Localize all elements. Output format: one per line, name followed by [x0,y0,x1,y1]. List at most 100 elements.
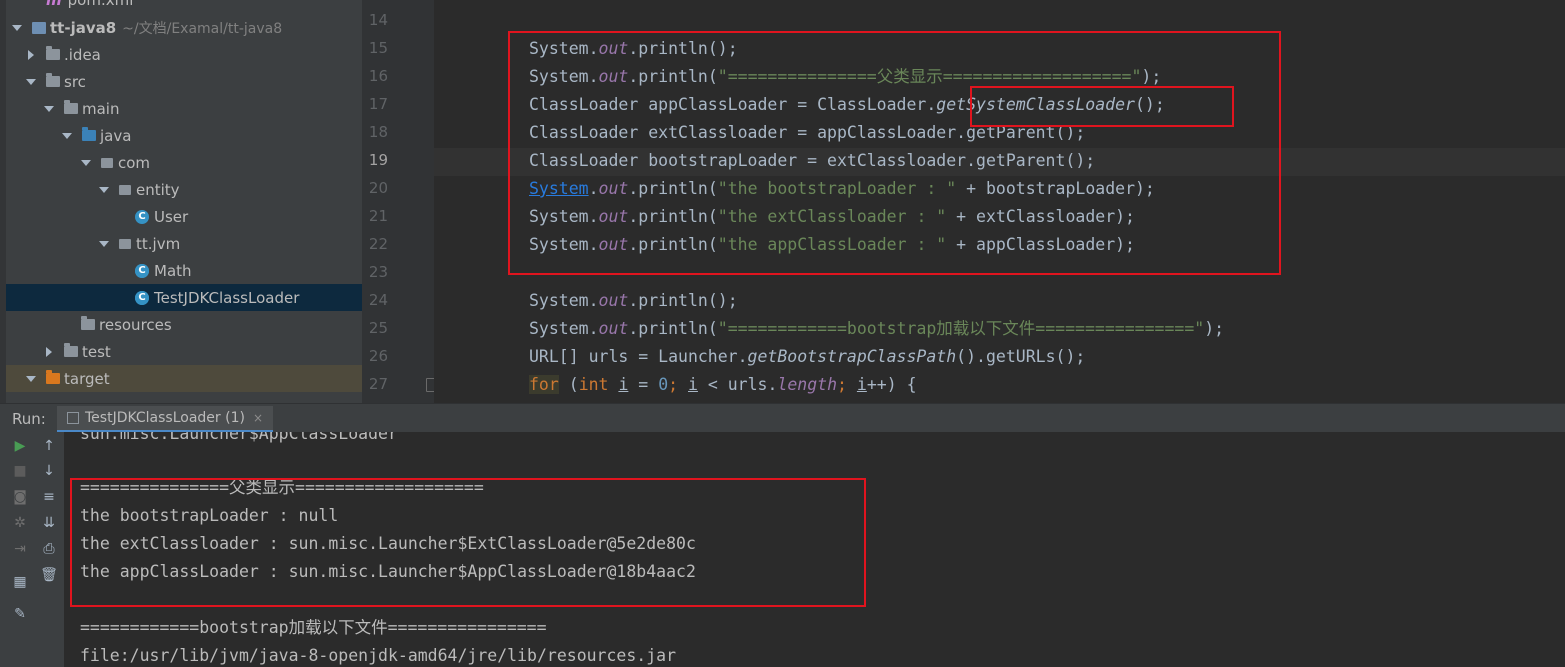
trash-icon[interactable]: 🗑 [40,566,58,584]
expand-arrow-icon[interactable] [26,78,36,85]
tree-item-label: User [154,207,189,226]
expand-arrow-icon[interactable] [26,375,36,382]
package-icon [119,184,131,195]
tree-item-label: main [82,99,120,118]
tree-item-label: pom.xml [68,0,134,9]
tree-item-label: src [64,72,86,91]
folder-icon [64,100,78,114]
runnable-class-icon: C [135,290,149,305]
pin-icon[interactable]: ✎ [11,605,29,623]
code-line-26: URL[] urls = Launcher.getBootstrapClassP… [529,347,1086,366]
expand-arrow-icon[interactable] [12,24,22,31]
tree-item-pom[interactable]: m pom.xml [6,0,362,13]
stop-icon[interactable]: ■ [11,462,29,480]
expand-arrow-icon[interactable] [62,132,72,139]
tree-item-label: TestJDKClassLoader [154,288,300,307]
expand-arrow-icon[interactable] [99,186,109,193]
tree-item-math[interactable]: C Math [6,257,362,284]
tree-item-resources[interactable]: resources [6,311,362,338]
collapse-arrow-icon[interactable] [46,346,52,357]
project-path: ~/文档/Examal/tt-java8 [122,20,283,37]
tree-item-target[interactable]: target [6,365,362,392]
tree-item-label: Math [154,261,192,280]
tree-item-label: target [64,369,110,388]
code-line-27: for (int i = 0; i < urls.length; i++) { [529,375,917,394]
source-folder-icon [82,127,96,141]
expand-arrow-icon[interactable] [99,240,109,247]
tree-item-com[interactable]: com [6,149,362,176]
tree-item-label: entity [136,180,180,199]
tree-item-testjdkclassloader[interactable]: C TestJDKClassLoader [6,284,362,311]
line-number: 15 [368,39,388,57]
expand-arrow-icon[interactable] [44,105,54,112]
console-line: ============bootstrap加载以下文件=============… [80,618,547,637]
up-arrow-icon[interactable]: ↑ [40,437,58,455]
package-icon [119,238,131,249]
run-toolbar: ▶ ↑ ■ ↓ ◙ ≡ ✲ ⇊ ⇥ ⎙ ▦ 🗑 ✎ [0,432,64,667]
soft-wrap-icon[interactable]: ≡ [40,488,58,506]
folder-icon [46,73,60,87]
debug-icon[interactable]: ✲ [11,514,29,532]
output-highlight-box [70,478,866,607]
runnable-class-icon: C [135,263,149,278]
scroll-to-end-icon[interactable]: ⇊ [40,514,58,532]
maven-icon: m [46,0,62,9]
tree-item-test[interactable]: test [6,338,362,365]
tree-item-entity[interactable]: entity [6,176,362,203]
line-number: 14 [368,11,388,29]
console-line: file:/usr/lib/jvm/java-8-openjdk-amd64/j… [80,646,677,665]
class-icon: C [135,209,149,224]
excluded-folder-icon [46,370,60,384]
code-line-24: System.out.println(); [529,291,738,310]
close-tab-icon[interactable]: × [253,411,263,425]
tree-item-idea[interactable]: .idea [6,41,362,68]
project-tree: m pom.xml tt-java8 ~/文档/Examal/tt-java8 … [0,0,362,403]
method-highlight-box [970,86,1234,127]
line-number: 22 [368,235,388,253]
tree-item-label: test [82,342,111,361]
console-line: sun.misc.Launcher$AppClassLoader [80,432,398,443]
line-number: 18 [368,123,388,141]
tree-item-src[interactable]: src [6,68,362,95]
tree-item-java[interactable]: java [6,122,362,149]
package-icon [101,157,113,168]
tree-item-user[interactable]: C User [6,203,362,230]
tree-item-label: .idea [64,45,101,64]
down-arrow-icon[interactable]: ↓ [40,462,58,480]
run-tool-window-header: Run: TestJDKClassLoader (1) × [0,403,1565,433]
tree-item-main[interactable]: main [6,95,362,122]
tree-item-label: java [100,126,132,145]
tree-item-label: resources [99,315,172,334]
run-tab-label: TestJDKClassLoader (1) [85,410,245,426]
run-icon[interactable]: ▶ [11,437,29,455]
line-number: 17 [368,95,388,113]
line-number: 25 [368,319,388,337]
tree-item-tt-jvm[interactable]: tt.jvm [6,230,362,257]
code-highlight-box [508,31,1281,275]
camera-icon[interactable]: ◙ [11,488,29,506]
expand-arrow-icon[interactable] [81,159,91,166]
line-number: 21 [368,207,388,225]
print-icon[interactable]: ⎙ [40,540,58,558]
code-line-25: System.out.println("============bootstra… [529,319,1225,338]
tree-item-label: tt-java8 [50,18,117,37]
folder-icon [46,46,60,60]
tree-item-label: com [118,153,151,172]
run-config-icon [67,412,79,424]
tree-item-project[interactable]: tt-java8 ~/文档/Examal/tt-java8 [6,14,362,41]
tree-item-label: tt.jvm [136,234,181,253]
line-number: 27 [368,375,388,393]
exit-icon[interactable]: ⇥ [11,540,29,558]
run-label: Run: [12,410,46,428]
line-number: 26 [368,347,388,365]
line-number-gutter[interactable]: 14 15 16 17 18 19 20 21 22 23 24 25 26 2… [362,0,434,403]
run-tab[interactable]: TestJDKClassLoader (1) × [57,406,274,433]
line-number: 24 [368,291,388,309]
line-number: 16 [368,67,388,85]
layout-icon[interactable]: ▦ [11,573,29,591]
current-line-number: 19 [368,151,388,169]
collapse-arrow-icon[interactable] [28,49,34,60]
line-number: 20 [368,179,388,197]
project-icon [32,21,46,34]
resources-folder-icon [81,316,95,330]
